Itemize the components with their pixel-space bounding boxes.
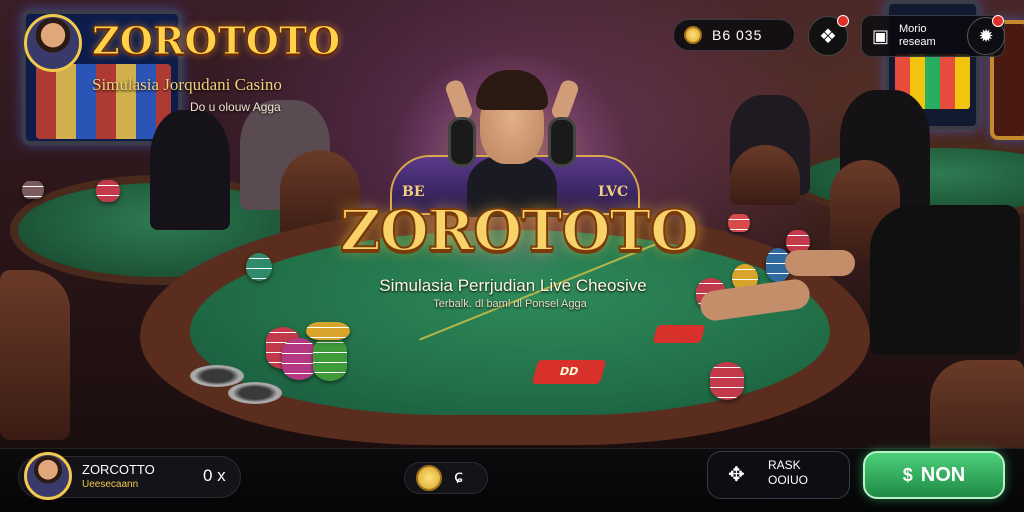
profile-avatar[interactable] [24,452,72,500]
profile-name: ZORCOTTO [82,462,155,477]
hero-character [442,62,582,217]
chair [0,270,70,440]
coin-icon [416,465,442,491]
promo-label-line2: reseam [899,36,936,48]
hero-tagline: Terbalk. dl baml dl Ponsel Agga [433,298,587,310]
background-player [150,110,230,230]
promo-label-line1: Morio [899,23,927,35]
play-now-label: NON [920,463,966,486]
tablet-icon: ▣ [872,25,890,47]
chip-stack [710,362,744,400]
chip-stack [313,337,347,381]
dealer-player [870,205,1020,355]
chip-stack [728,214,750,232]
notification-badge [837,15,849,27]
balance-value: B6 035 [712,27,763,43]
chip-stack [306,322,350,340]
profile-subtitle: Ueesecaann [82,479,139,490]
chip-stack [96,180,120,202]
brand-avatar[interactable] [24,14,82,72]
notification-button[interactable]: ✹ [967,15,1005,55]
brand-title: ZOROTOTO [91,18,341,64]
felt-betting-spot: DD [531,360,607,384]
balance-display[interactable]: B6 035 [673,19,795,51]
dollar-icon: $ [902,464,913,485]
cup-holder [228,382,282,404]
brand-subtitle: Simulasia Jorqudani Casino [92,75,282,94]
bell-icon: ✹ [978,25,994,47]
headphone-icon [448,117,476,167]
hero-subtitle: Simulasia Perrjudian Live Cheosive [379,276,647,295]
notification-badge [992,15,1004,27]
chip-stack [282,338,316,380]
hero-title: ZOROTOTO [339,197,700,265]
swap-icon[interactable]: ɕ [454,467,463,487]
gift-button[interactable]: ❖ [808,15,849,56]
player-arm [785,250,855,276]
chip-stack [246,253,272,281]
felt-betting-spot [652,325,706,343]
play-now-button[interactable]: $ NON [863,451,1005,499]
profile-count: 0 x [203,466,226,485]
headphone-icon [548,117,576,167]
game-lobby-screen: DD BE LVC ZOROTOTO Simulasia Perrjudian … [0,0,1024,512]
rank-label-line2: OOIUO [768,473,809,487]
trophy-icon: ✥ [728,462,745,486]
rank-label-line1: RASK [768,458,801,472]
brand-tagline: Do u olouw Agga [190,100,281,114]
cup-holder [190,365,244,387]
chip-stack [22,181,44,199]
coin-icon [684,26,702,44]
gift-icon: ❖ [819,24,837,48]
